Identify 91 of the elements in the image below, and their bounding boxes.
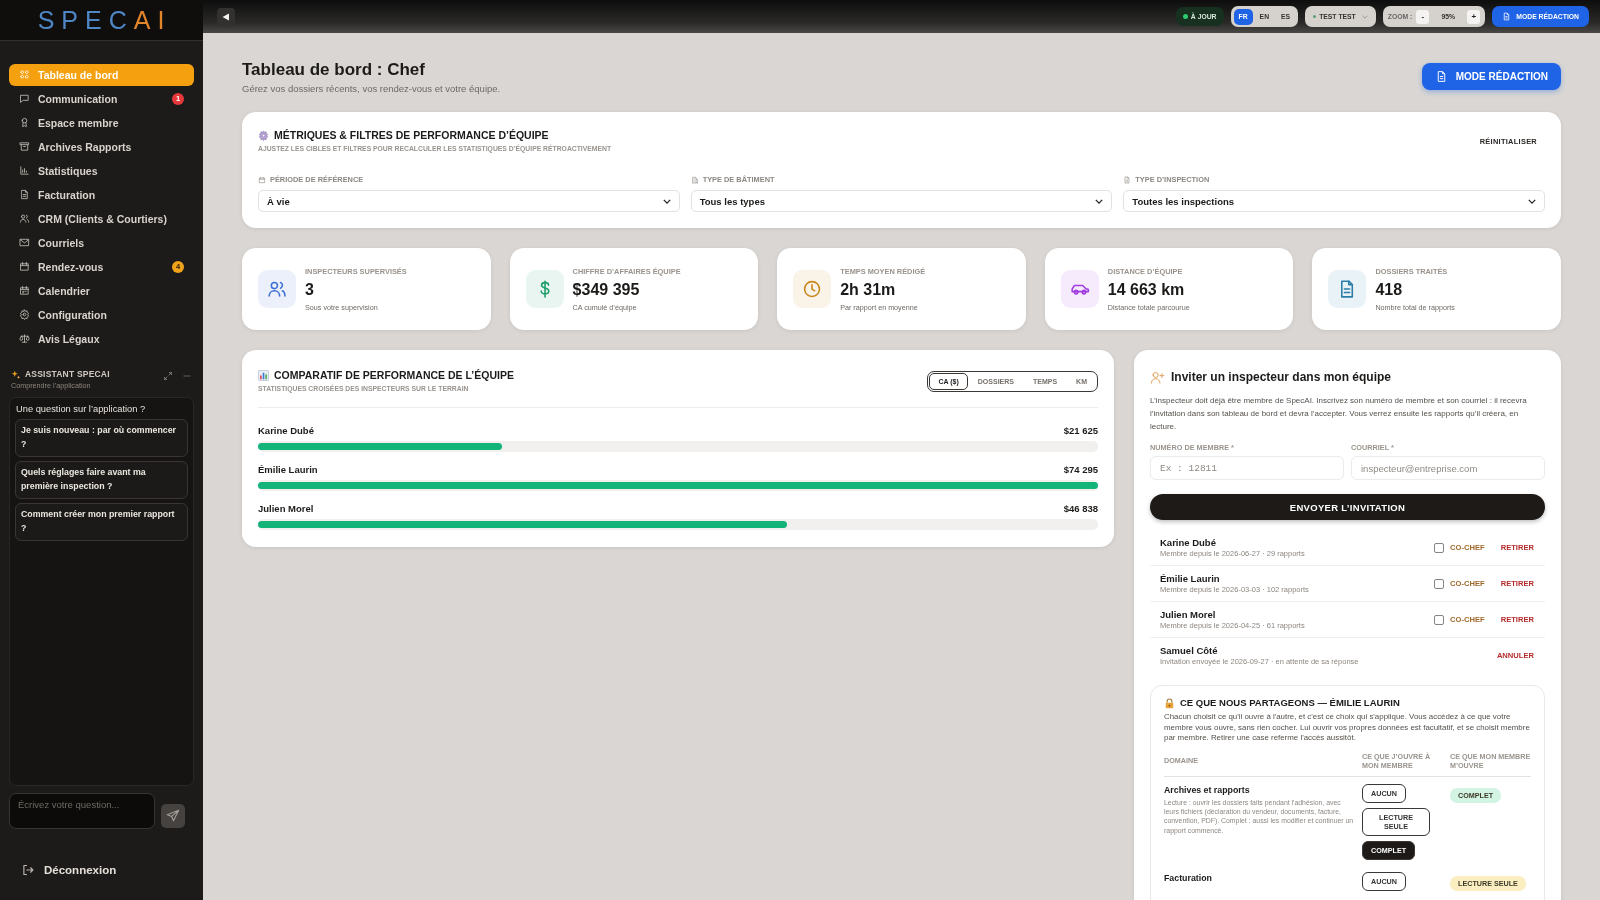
nav-item[interactable]: Archives Rapports	[9, 135, 194, 158]
page-title: Tableau de bord : Chef	[242, 60, 426, 80]
lock-icon	[1164, 697, 1175, 709]
chat-bubble-icon	[19, 93, 30, 105]
stat-value: $349 395	[572, 279, 641, 299]
stat-value: 418	[1375, 279, 1404, 299]
stat-value: 2h 31m	[840, 279, 897, 299]
dollar-icon	[525, 270, 564, 308]
chevron-down-icon	[1528, 198, 1536, 204]
back-button[interactable]	[217, 7, 235, 26]
scales-icon	[19, 333, 30, 345]
inspector-name: Julien Morel	[258, 502, 314, 516]
inspector-name: Karine Dubé	[258, 424, 314, 438]
card-title: COMPARATIF DE PERFORMANCE DE L’ÉQUIPE	[274, 368, 514, 382]
revenue-value: $46 838	[1063, 502, 1098, 516]
sparkle-icon	[11, 370, 21, 381]
chevron-down-icon	[662, 198, 671, 204]
grid-icon	[19, 69, 30, 81]
zoom-in-button[interactable]: +	[1467, 9, 1481, 24]
domain-name: Facturation	[1164, 871, 1213, 884]
co-chef-checkbox[interactable]	[1434, 578, 1445, 589]
archive-box-icon	[19, 141, 30, 153]
assistant-title: ASSISTANT SPECAI	[25, 369, 111, 380]
invite-description: L’inspecteur doit déjà être membre de SpecAI. Inscrivez son numéro de membre et son courriel : il recevra l’invitation dans son tableau de bord et devra l’accepter. Vous verrez ensuite les rapports qu’il créera, en lecture.	[1150, 395, 1528, 433]
member-name: Julien Morel	[1160, 608, 1217, 621]
nav-item[interactable]: Calendrier	[9, 279, 194, 302]
revenue-value: $21 625	[1063, 424, 1098, 438]
logout-icon	[22, 864, 34, 876]
send-invitation-button[interactable]: ENVOYER L’INVITATION	[1150, 494, 1545, 520]
document-icon	[1328, 270, 1367, 308]
suggestion-button[interactable]: Quels réglages faire avant ma première inspection ?	[15, 461, 188, 500]
award-icon	[19, 117, 30, 129]
nav-item[interactable]: Courriels	[9, 231, 194, 254]
chevron-down-icon	[1361, 14, 1368, 19]
nav-item[interactable]: Configuration	[9, 303, 194, 326]
co-chef-checkbox[interactable]	[1434, 614, 1445, 625]
calendar-icon	[258, 176, 266, 184]
dot-icon	[1313, 15, 1317, 18]
chat-input-field[interactable]: Écrivez votre question...	[9, 793, 155, 829]
dropdown[interactable]: Tous les types	[690, 190, 1113, 212]
settings-icon	[19, 309, 30, 321]
document-icon	[1502, 12, 1512, 21]
panel-title: CE QUE NOUS PARTAGEONS — ÉMILIE LAURIN	[1180, 697, 1400, 709]
edit-mode-button[interactable]: MODE RÉDACTION	[1421, 63, 1561, 90]
suggestion-button[interactable]: Je suis nouveau : par où commencer ?	[15, 419, 188, 458]
member-name: Samuel Côté	[1160, 644, 1219, 657]
logout-button[interactable]: Déconnexion	[22, 864, 117, 876]
triangle-left-icon	[221, 11, 231, 22]
bar-chart-icon	[258, 369, 269, 381]
user-plus-icon	[1150, 369, 1165, 385]
page-subtitle: Gérez vos dossiers récents, vos rendez-vous et votre équipe.	[242, 83, 501, 94]
input-field[interactable]: Ex : 12811	[1150, 456, 1344, 480]
co-chef-checkbox[interactable]	[1434, 542, 1445, 553]
suggestion-button[interactable]: Comment créer mon premier rapport ?	[15, 503, 188, 542]
send-button[interactable]	[161, 804, 185, 828]
calendar-icon	[19, 261, 30, 273]
input-field[interactable]: inspecteur@entreprise.com	[1351, 456, 1545, 480]
dropdown[interactable]: Toutes les inspections	[1123, 190, 1545, 212]
nav-item[interactable]: CRM (Clients & Courtiers)	[9, 207, 194, 230]
member-name: Émilie Laurin	[1160, 572, 1221, 585]
revenue-value: $74 295	[1063, 463, 1098, 477]
card-title: MÉTRIQUES & FILTRES DE PERFORMANCE D’ÉQUIPE	[274, 128, 549, 142]
nav-item[interactable]: Espace membre	[9, 111, 194, 134]
zoom-out-button[interactable]: -	[1416, 9, 1430, 24]
building-icon	[690, 176, 699, 184]
document-icon	[19, 189, 30, 201]
chevron-down-icon	[1095, 198, 1104, 204]
nav-item[interactable]: Avis Légaux	[9, 327, 194, 350]
nav-item[interactable]: Facturation	[9, 183, 194, 206]
nav-item[interactable]: Statistiques	[9, 159, 194, 182]
inspector-name: Émilie Laurin	[258, 463, 318, 477]
gear-icon	[258, 129, 269, 141]
clock-icon	[793, 270, 832, 308]
card-title: Inviter un inspecteur dans mon équipe	[1171, 369, 1392, 385]
document-icon	[1123, 176, 1132, 184]
users-icon	[258, 270, 296, 308]
logo: SPEC AI	[36, 6, 172, 34]
domain-name: Archives et rapports	[1164, 783, 1251, 796]
stat-value: 14 663 km	[1107, 279, 1186, 299]
users-icon	[19, 213, 30, 225]
chat-prompt: Une question sur l’application ?	[16, 403, 147, 416]
member-name: Karine Dubé	[1160, 536, 1217, 549]
bar-chart-icon	[19, 165, 30, 177]
calendar-icon	[19, 285, 30, 297]
envelope-icon	[19, 237, 30, 249]
dropdown[interactable]: À vie	[258, 190, 680, 212]
status-dot-icon	[1182, 14, 1188, 19]
send-icon	[166, 809, 180, 823]
stat-value: 3	[305, 279, 315, 299]
car-icon	[1060, 270, 1099, 308]
expand-icon[interactable]	[163, 371, 173, 382]
